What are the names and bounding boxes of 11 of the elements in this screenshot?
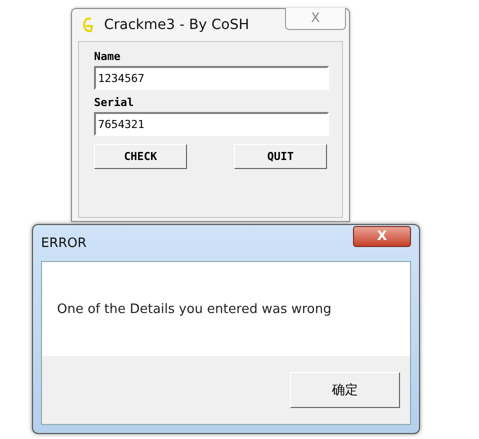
field-label: Serial	[94, 96, 135, 110]
quit-button[interactable]: QUIT	[234, 144, 327, 169]
field-label: Name	[94, 50, 122, 64]
error-message: One of the Details you entered was wrong	[57, 302, 332, 316]
ok-button[interactable]: 确定	[290, 372, 400, 408]
dialog-title: ERROR	[41, 236, 87, 250]
input-field[interactable]: 7654321	[94, 112, 329, 136]
window-title: Crackme3 - By CoSH	[104, 17, 250, 33]
app-icon	[82, 17, 94, 33]
check-button[interactable]: CHECK	[94, 144, 187, 169]
input-field[interactable]: 1234567	[94, 66, 329, 90]
